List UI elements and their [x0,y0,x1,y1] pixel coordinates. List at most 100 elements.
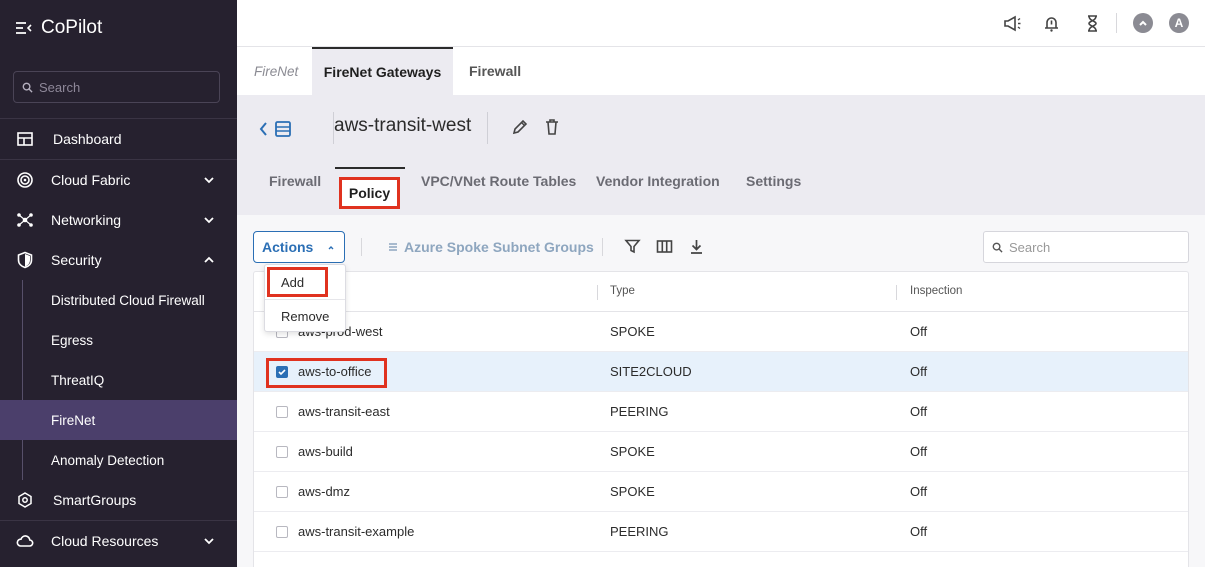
sidebar-subitem-firenet[interactable]: FireNet [0,400,237,440]
row-checkbox[interactable] [276,406,288,418]
cloud-fabric-icon [17,172,33,188]
delete-trash-icon[interactable] [543,118,561,136]
chevron-up-icon [328,246,334,250]
table-row[interactable]: aws-to-office SITE2CLOUD Off [254,352,1188,392]
table-row[interactable]: aws-build SPOKE Off [254,432,1188,472]
sidebar-item-security[interactable]: Security [0,240,237,280]
row-name: aws-dmz [298,484,351,499]
row-inspection: Off [910,444,928,459]
edit-pencil-icon[interactable] [511,118,529,136]
chevron-down-icon [204,177,214,184]
menu-item-label: Remove [281,309,330,324]
sidebar-item-cloud-resources[interactable]: Cloud Resources [0,521,237,561]
shield-icon [17,251,33,269]
table-search[interactable] [983,231,1189,263]
row-inspection: Off [910,364,928,379]
subitem-label: ThreatIQ [51,372,105,388]
row-checkbox[interactable] [276,366,288,378]
menu-item-add[interactable]: Add [265,265,345,299]
sidebar-item-networking[interactable]: Networking [0,200,237,240]
user-avatar[interactable]: A [1169,13,1189,33]
tab-firenet-gateways[interactable]: FireNet Gateways [312,47,453,95]
column-header-inspection[interactable]: Inspection [910,285,962,297]
sidebar-item-label: SmartGroups [53,492,137,508]
row-name: aws-transit-east [298,404,390,419]
smartgroups-icon [18,492,32,508]
menu-item-remove[interactable]: Remove [265,299,345,333]
brand: CoPilot [15,15,102,41]
alert-bell-icon[interactable] [1042,14,1061,33]
subitem-label: Anomaly Detection [51,452,165,468]
row-type: SITE2CLOUD [610,364,692,379]
hourglass-icon[interactable] [1083,14,1102,33]
subitem-label: FireNet [51,412,96,428]
download-icon[interactable] [688,238,705,255]
tab-vpc-vnet-route-tables[interactable]: VPC/VNet Route Tables [421,173,576,189]
back-to-list-icon[interactable] [259,119,295,139]
sidebar-item-cloud-fabric[interactable]: Cloud Fabric [0,160,237,200]
search-icon [992,242,1003,253]
sidebar-item-label: Cloud Fabric [51,172,131,188]
tab-policy[interactable]: Policy [339,177,400,209]
column-header-type[interactable]: Type [610,285,635,297]
divider [361,238,362,256]
page-title: aws-transit-west [334,115,472,136]
actions-button[interactable]: Actions [253,231,345,263]
tab-firewall[interactable]: Firewall [469,47,521,95]
sidebar-search[interactable] [13,71,220,103]
list-icon [389,243,397,251]
sidebar-search-input[interactable] [39,79,209,95]
row-inspection: Off [910,404,928,419]
tab-vendor-integration[interactable]: Vendor Integration [596,173,720,189]
actions-label: Actions [262,239,314,255]
sidebar-item-label: Cloud Resources [51,533,159,549]
tab-settings[interactable]: Settings [746,173,801,189]
row-inspection: Off [910,524,928,539]
sidebar-item-dashboard[interactable]: Dashboard [0,119,237,159]
table-header: Type Inspection [254,272,1188,312]
table-row[interactable]: aws-prod-west SPOKE Off [254,312,1188,352]
row-inspection: Off [910,484,928,499]
sidebar-item-label: Networking [51,212,122,228]
sidebar-subitem-threatiq[interactable]: ThreatIQ [0,360,237,400]
sidebar: CoPilot Dashboard Cloud Fabric Networkin… [0,0,237,567]
row-type: SPOKE [610,484,655,499]
active-tab-indicator [335,167,405,169]
collapse-up-icon[interactable] [1133,13,1153,33]
table-search-input[interactable] [1009,239,1179,255]
row-inspection: Off [910,324,928,339]
filter-icon[interactable] [624,238,641,255]
chevron-down-icon [204,217,214,224]
divider [602,238,603,256]
sidebar-subitem-distributed-cloud-firewall[interactable]: Distributed Cloud Firewall [0,280,237,320]
azure-link-label: Azure Spoke Subnet Groups [404,239,594,255]
row-name: aws-build [298,444,353,459]
gateway-header: aws-transit-west Firewall Policy VPC/VNe… [237,95,1205,215]
dashboard-icon [17,132,33,146]
table-row[interactable]: aws-transit-east PEERING Off [254,392,1188,432]
sidebar-subitem-anomaly-detection[interactable]: Anomaly Detection [0,440,237,480]
search-icon [22,82,33,93]
columns-icon[interactable] [656,238,673,255]
tab-firewall-sub[interactable]: Firewall [269,173,321,189]
azure-spoke-subnet-groups-link[interactable]: Azure Spoke Subnet Groups [388,239,594,255]
table-row[interactable]: aws-dmz SPOKE Off [254,472,1188,512]
subitem-label: Egress [51,332,94,348]
breadcrumb-firenet[interactable]: FireNet [254,47,298,95]
row-checkbox[interactable] [276,526,288,538]
megaphone-icon[interactable] [1003,14,1022,33]
chevron-down-icon [204,538,214,545]
top-bar: A [237,0,1205,47]
row-checkbox[interactable] [276,446,288,458]
policy-content: Actions Azure Spoke Subnet Groups Type I… [237,215,1205,567]
sidebar-item-smartgroups[interactable]: SmartGroups [0,480,237,520]
row-name: aws-transit-example [298,524,415,539]
sidebar-subitem-egress[interactable]: Egress [0,320,237,360]
table-row[interactable]: aws-transit-example PEERING Off [254,512,1188,552]
chevron-up-icon [204,256,214,263]
check-icon [278,369,286,376]
collapse-menu-icon[interactable] [15,21,33,35]
row-checkbox[interactable] [276,486,288,498]
networking-icon [17,213,33,227]
row-type: PEERING [610,524,669,539]
